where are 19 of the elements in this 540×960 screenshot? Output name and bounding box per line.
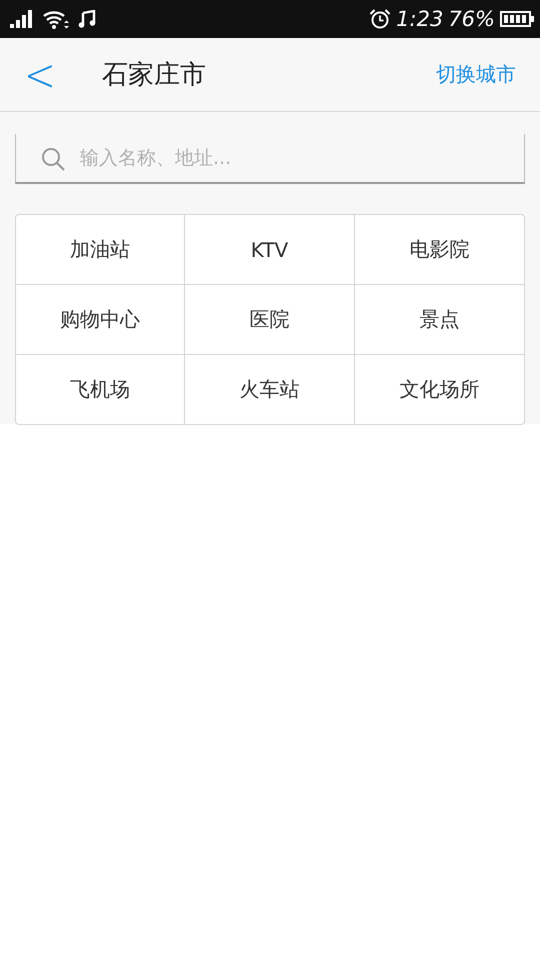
signal-icon	[10, 10, 34, 28]
wifi-icon	[42, 9, 70, 29]
search-icon	[40, 146, 66, 172]
category-item[interactable]: 加油站	[16, 215, 186, 285]
battery-percent: 76%	[448, 7, 495, 31]
category-item[interactable]: 文化场所	[354, 355, 524, 424]
alarm-clock-icon	[369, 9, 392, 29]
category-item[interactable]: 医院	[185, 285, 355, 355]
category-item[interactable]: KTV	[185, 215, 355, 285]
category-item[interactable]: 电影院	[354, 215, 524, 285]
music-note-icon	[78, 10, 96, 28]
category-item[interactable]: 购物中心	[16, 285, 186, 355]
category-item[interactable]: 飞机场	[16, 355, 186, 424]
search-field[interactable]: 输入名称、地址...	[15, 134, 525, 184]
category-item[interactable]: 景点	[354, 285, 524, 355]
page-title: 石家庄市	[102, 59, 207, 92]
battery-icon	[500, 11, 534, 27]
status-time: 1:23	[396, 7, 444, 31]
category-item[interactable]: 火车站	[185, 355, 355, 424]
